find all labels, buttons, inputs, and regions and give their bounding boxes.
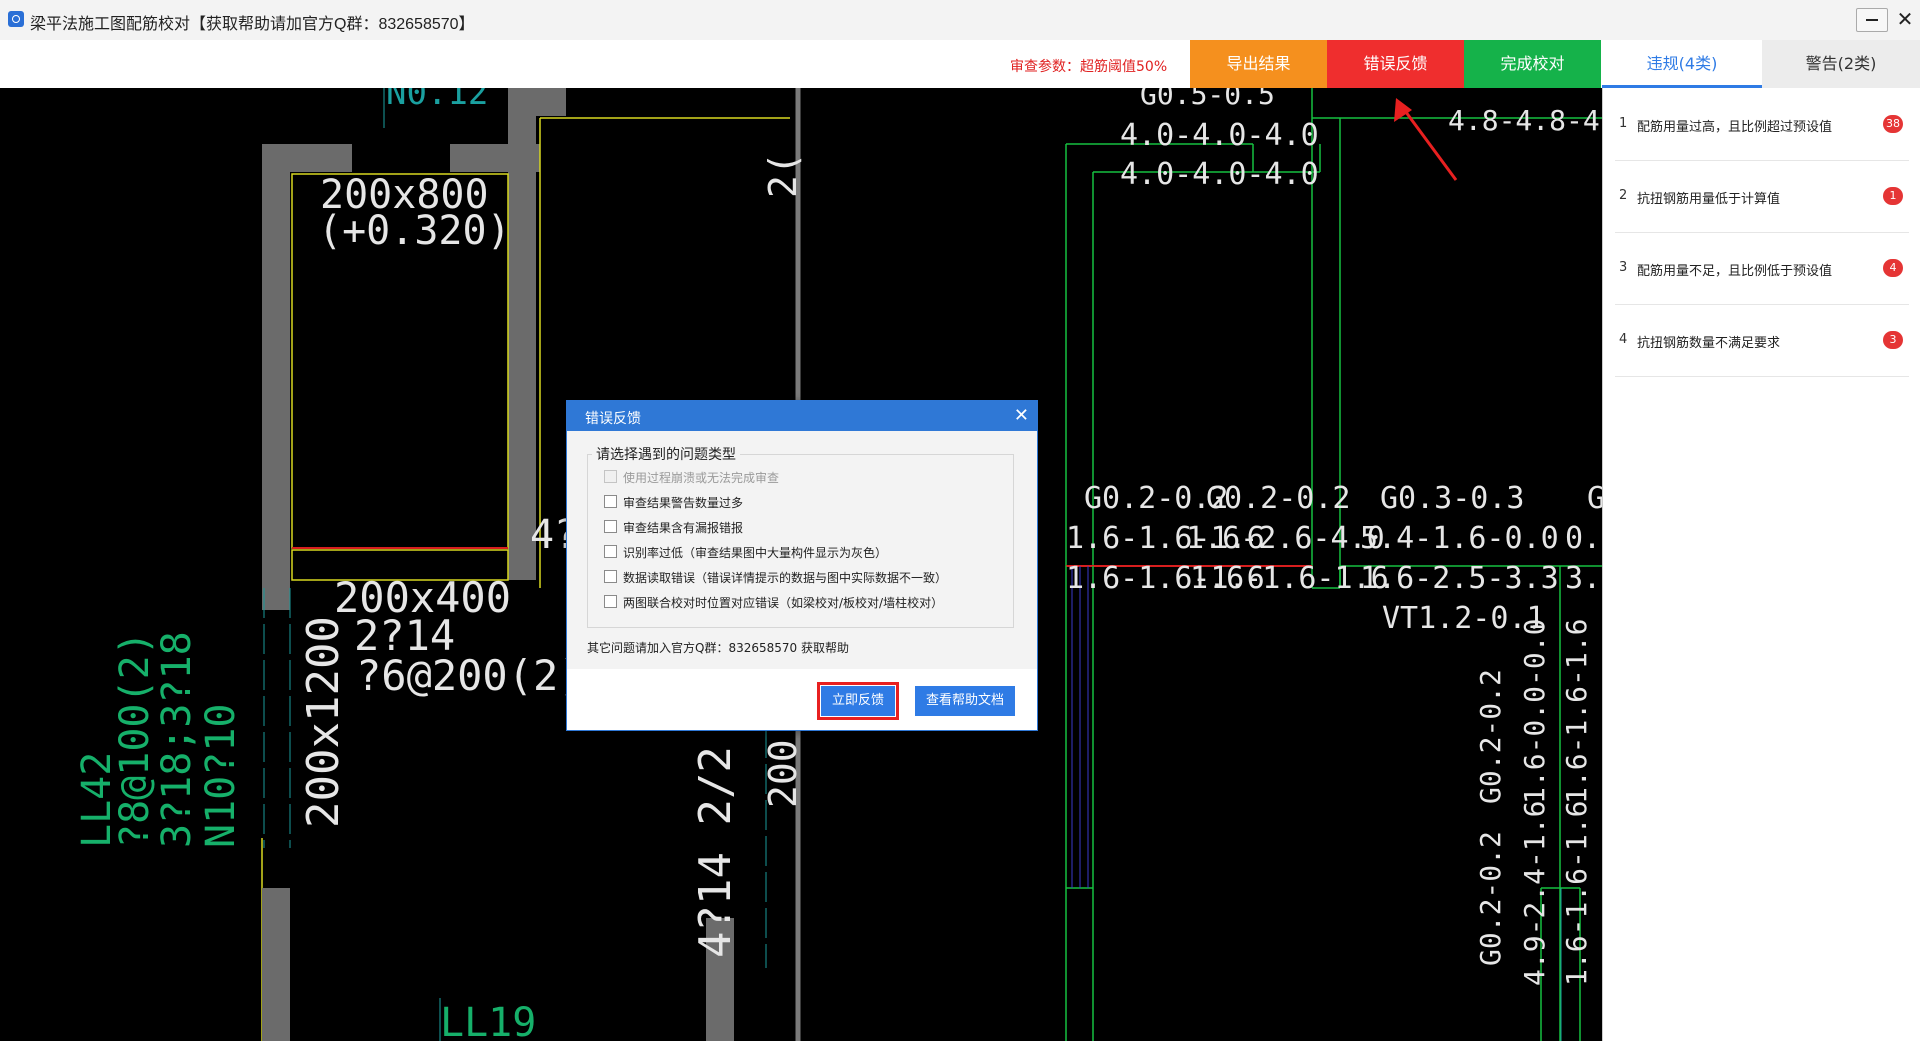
option-crash: 使用过程崩溃或无法完成审查	[604, 469, 779, 489]
right-drawing: G0.5-0.5 4.0-4.0-4.0 4.0-4.0-4.0 4.8-4.8…	[1065, 88, 1602, 1041]
drawing-label: 2(	[761, 152, 805, 198]
error-feedback-button[interactable]: 错误反馈	[1327, 40, 1464, 88]
drawing-label: 1.6-1.6-1.6	[1560, 801, 1593, 986]
review-params-text: 审查参数：超筋阈值50%	[1010, 59, 1168, 75]
count-badge: 1	[1883, 187, 1903, 205]
drawing-label: 1.6-2.5-3.3	[1360, 561, 1559, 596]
view-help-doc-button[interactable]: 查看帮助文档	[915, 686, 1015, 716]
toolbar: 审查参数：超筋阈值50% 导出结果 错误反馈 完成校对 违规(4类) 警告(2类…	[0, 40, 1920, 89]
drawing-label: ?8@100(2)	[112, 631, 158, 848]
dialog-title: 错误反馈	[585, 411, 641, 427]
drawing-label: 200	[761, 739, 805, 808]
list-item[interactable]: 4 抗扭钢筋数量不满足要求 3	[1615, 304, 1909, 377]
complete-review-button[interactable]: 完成校对	[1464, 40, 1601, 88]
dialog-close-icon[interactable]: ✕	[1014, 404, 1029, 428]
app-logo-icon	[8, 11, 24, 27]
drawing-label: 0.0-	[1565, 521, 1602, 556]
option-label: 审查结果含有漏报错报	[623, 521, 744, 535]
drawing-label: 5.4-1.6-0.0	[1360, 521, 1559, 556]
drawing-label: G0.2-0.2	[1474, 831, 1507, 966]
export-results-button[interactable]: 导出结果	[1190, 40, 1327, 88]
window-title: 梁平法施工图配筋校对【获取帮助请加官方Q群：832658570】	[30, 16, 475, 33]
title-bar: 梁平法施工图配筋校对【获取帮助请加官方Q群：832658570】	[0, 0, 1920, 41]
option-label: 识别率过低（审查结果图中大量构件显示为灰色）	[623, 546, 888, 560]
drawing-label: 1.6-2.6-4.0	[1186, 521, 1385, 556]
checkbox-icon	[604, 470, 617, 483]
window-close-button[interactable]	[1892, 6, 1918, 32]
drawing-label: LL19	[440, 1000, 536, 1041]
list-item[interactable]: 2 抗扭钢筋用量低于计算值 1	[1615, 160, 1909, 233]
drawing-label: N0.12	[386, 88, 488, 113]
drawing-label: (+0.320)	[318, 208, 511, 254]
tab-violations[interactable]: 违规(4类)	[1602, 40, 1762, 88]
annotation-arrow	[1394, 98, 1458, 181]
list-item[interactable]: 3 配筋用量不足，且比例低于预设值 4	[1615, 232, 1909, 305]
submit-feedback-button[interactable]: 立即反馈	[817, 682, 899, 720]
drawing-label: G0.2-0.2	[1206, 481, 1351, 516]
count-badge: 38	[1883, 115, 1903, 133]
option-too-many-warnings[interactable]: 审查结果警告数量过多	[604, 494, 743, 514]
drawing-label: G	[1587, 481, 1602, 516]
option-label: 使用过程崩溃或无法完成审查	[623, 471, 780, 485]
checkbox-icon[interactable]	[604, 570, 617, 583]
drawing-label: N10?10	[198, 704, 244, 849]
other-help-note: 其它问题请加入官方Q群：832658570 获取帮助	[587, 641, 849, 655]
list-item[interactable]: 1 配筋用量过高，且比例超过预设值 38	[1615, 88, 1909, 161]
item-label: 配筋用量不足，且比例低于预设值	[1637, 264, 1833, 279]
drawing-label: 4.8-4.8-4.8	[1448, 104, 1602, 137]
group-title: 请选择遇到的问题类型	[592, 444, 740, 464]
minimize-button[interactable]	[1856, 8, 1888, 32]
checkbox-icon[interactable]	[604, 595, 617, 608]
error-feedback-dialog: 错误反馈 ✕ 请选择遇到的问题类型 使用过程崩溃或无法完成审查 审查结果警告数量…	[566, 400, 1038, 731]
drawing-label: 4.0-4.0-4.0	[1120, 157, 1319, 192]
drawing-label: 4?14 2/2	[690, 746, 741, 958]
drawing-label: 3?18;3?18	[154, 631, 200, 848]
drawing-label: 1.6-1.6-1.6	[1560, 619, 1593, 804]
dialog-header: 错误反馈 ✕	[567, 401, 1037, 431]
drawing-label: 4.9-2.4-1.6	[1518, 801, 1551, 986]
option-position-mismatch[interactable]: 两图联合校对时位置对应错误（如梁校对/板校对/墙柱校对）	[604, 594, 943, 614]
checkbox-icon[interactable]	[604, 545, 617, 558]
item-number: 1	[1619, 116, 1628, 131]
problem-type-group: 请选择遇到的问题类型 使用过程崩溃或无法完成审查 审查结果警告数量过多 审查结果…	[587, 444, 1014, 628]
item-label: 抗扭钢筋用量低于计算值	[1637, 192, 1781, 207]
checkbox-icon[interactable]	[604, 520, 617, 533]
count-badge: 3	[1883, 331, 1903, 349]
option-read-error[interactable]: 数据读取错误（错误详情提示的数据与图中实际数据不一致）	[604, 569, 947, 589]
item-number: 3	[1619, 260, 1628, 275]
dialog-footer: 立即反馈 查看帮助文档	[567, 669, 1037, 730]
item-label: 抗扭钢筋数量不满足要求	[1637, 336, 1781, 351]
option-low-recognition[interactable]: 识别率过低（审查结果图中大量构件显示为灰色）	[604, 544, 887, 564]
checkbox-icon[interactable]	[604, 495, 617, 508]
tab-warnings[interactable]: 警告(2类)	[1762, 40, 1920, 88]
option-label: 审查结果警告数量过多	[623, 496, 744, 510]
drawing-label: G0.5-0.5	[1140, 88, 1275, 111]
item-label: 配筋用量过高，且比例超过预设值	[1637, 120, 1833, 135]
drawing-label: 1.6-1.6-1.6	[1190, 561, 1389, 596]
drawing-label: 1.6-0.0-0.0	[1518, 619, 1551, 804]
drawing-label: G0.2-0.2	[1474, 669, 1507, 804]
option-missed-errors[interactable]: 审查结果含有漏报错报	[604, 519, 743, 539]
item-number: 2	[1619, 188, 1628, 203]
dialog-body: 请选择遇到的问题类型 使用过程崩溃或无法完成审查 审查结果警告数量过多 审查结果…	[567, 431, 1037, 669]
option-label: 两图联合校对时位置对应错误（如梁校对/板校对/墙柱校对）	[623, 596, 944, 610]
drawing-label: G0.3-0.3	[1380, 481, 1525, 516]
drawing-label: 200x1200	[298, 616, 349, 828]
item-number: 4	[1619, 332, 1628, 347]
drawing-label: 3.1-	[1565, 561, 1602, 596]
count-badge: 4	[1883, 259, 1903, 277]
violations-panel: 1 配筋用量过高，且比例超过预设值 38 2 抗扭钢筋用量低于计算值 1 3 配…	[1602, 88, 1920, 1041]
option-label: 数据读取错误（错误详情提示的数据与图中实际数据不一致）	[623, 571, 948, 585]
drawing-label: ?6@200(2)	[356, 651, 584, 700]
drawing-label: 4.0-4.0-4.0	[1120, 118, 1319, 153]
